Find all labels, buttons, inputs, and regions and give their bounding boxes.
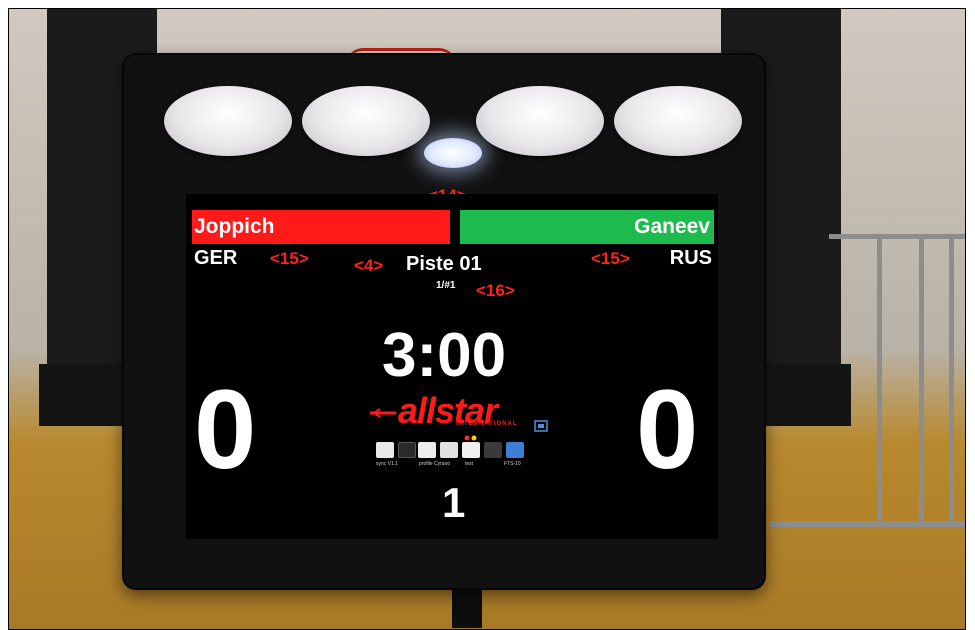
scoreboard-screen: Joppich Ganeev GER <15> <4> Piste 01 <15…: [186, 194, 718, 539]
right-country-callout: <15>: [591, 249, 630, 268]
left-fencer-name: Joppich: [194, 215, 275, 238]
round-indicator: 1/#1: [436, 280, 456, 291]
left-country-callout: <15>: [270, 249, 309, 268]
period-number: 1: [442, 479, 466, 526]
info-icon-label: FTS-10: [504, 461, 521, 467]
timer: 3:00: [382, 321, 507, 390]
right-fencer-name: Ganeev: [634, 215, 710, 238]
piste-callout: <4>: [354, 256, 384, 275]
left-fencer-country: GER: [194, 247, 238, 269]
device-stand: [452, 588, 482, 628]
profile-icon-label: profile Cyrano: [419, 461, 451, 467]
right-fencer-country: RUS: [669, 247, 712, 269]
lamp-right-inner: [476, 86, 604, 156]
network-icon: [534, 420, 548, 432]
sync-icon-label: sync V1.1: [376, 461, 398, 467]
round-callout: <16>: [476, 281, 515, 300]
info-icon[interactable]: [506, 442, 524, 458]
right-fencer-bar: Ganeev: [460, 210, 714, 244]
fence-bar: [949, 239, 954, 524]
sync-icon[interactable]: [376, 442, 394, 458]
left-fencer-bar: Joppich: [192, 210, 450, 244]
logo-subtext: INTERNATIONAL: [456, 421, 518, 427]
list-icon[interactable]: [440, 442, 458, 458]
right-score: 0: [636, 367, 699, 492]
fence-bar: [877, 239, 882, 524]
piste-label: Piste 01: [406, 253, 482, 275]
left-score: 0: [194, 367, 257, 492]
lamp-left-outer: [164, 86, 292, 156]
lamp-left-inner: [302, 86, 430, 156]
lamp-right-outer: [614, 86, 742, 156]
test-icon-label: test: [465, 461, 474, 467]
right-bracket: [761, 364, 851, 426]
fence-rail-bottom: [769, 521, 965, 527]
test-status-dots: [464, 435, 477, 441]
test-icon[interactable]: [462, 442, 480, 458]
grid-icon[interactable]: [484, 442, 502, 458]
center-light: [424, 138, 482, 168]
fence-rail-top: [829, 234, 965, 239]
profile-icon[interactable]: [418, 442, 436, 458]
fence-bar: [919, 239, 924, 524]
circle-icon[interactable]: [398, 442, 416, 458]
